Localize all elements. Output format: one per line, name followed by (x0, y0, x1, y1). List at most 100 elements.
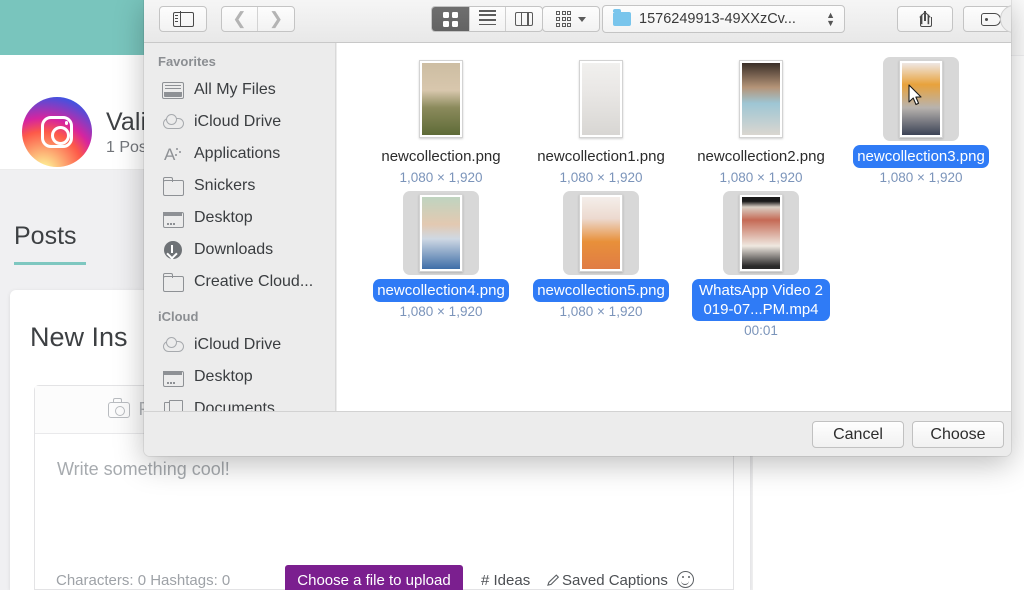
file-name: newcollection2.png (697, 148, 825, 165)
chevron-right-icon[interactable]: ❯ (258, 7, 294, 31)
navigation-buttons: ❮ ❯ (221, 6, 295, 32)
file-thumbnail (723, 191, 799, 275)
character-counter: Characters: 0 Hashtags: 0 (56, 572, 231, 589)
sidebar-item-icloud-drive[interactable]: iCloud Drive (144, 106, 335, 138)
list-view-icon[interactable] (468, 7, 506, 31)
sidebar-item-label: Desktop (194, 209, 253, 226)
smiley-icon[interactable] (677, 571, 694, 588)
sidebar-toggle-icon[interactable] (159, 6, 207, 32)
sidebar-item-documents[interactable]: Documents (144, 393, 335, 411)
sidebar-item-label: Creative Cloud... (194, 273, 314, 290)
camera-icon (108, 397, 131, 418)
folder-icon (162, 273, 184, 292)
file-item[interactable]: newcollection2.png 1,080 × 1,920 (681, 51, 841, 185)
file-item[interactable]: newcollection.png 1,080 × 1,920 (361, 51, 521, 185)
finder-toolbar: ❮ ❯ 1576249913-49XXzCv... ▲ ▼ (144, 0, 1011, 43)
sidebar-item-downloads[interactable]: Downloads (144, 234, 335, 266)
file-picker-dialog: ❮ ❯ 1576249913-49XXzCv... ▲ ▼ Favorites … (144, 0, 1011, 456)
desktop-icon (162, 368, 184, 387)
all-my-files-icon (162, 81, 184, 99)
sidebar-group-favorites-title: Favorites (158, 54, 216, 69)
sidebar-item-label: Desktop (194, 368, 253, 385)
profile-name: Vali (106, 108, 147, 136)
sidebar-item-label: Snickers (194, 177, 256, 194)
icloud-icon (162, 336, 184, 355)
cancel-button[interactable]: Cancel (812, 421, 904, 448)
chevron-left-icon[interactable]: ❮ (222, 7, 259, 31)
profile-post-count: 1 Pos (106, 139, 147, 156)
sidebar-item-applications[interactable]: Applications (144, 138, 335, 170)
dialog-footer: Cancel Choose (144, 411, 1011, 456)
file-name: newcollection1.png (537, 148, 665, 165)
sidebar-item-label: Downloads (194, 241, 274, 258)
share-icon[interactable] (897, 6, 953, 32)
sidebar-item-all-my-files[interactable]: All My Files (144, 74, 335, 106)
file-thumbnail (563, 57, 639, 141)
applications-icon (162, 145, 184, 165)
icon-view-icon[interactable] (432, 7, 469, 31)
file-thumbnail (723, 57, 799, 141)
file-meta: 1,080 × 1,920 (559, 170, 643, 185)
sidebar-item-label: Applications (194, 145, 281, 162)
chevron-down-icon (578, 16, 587, 22)
file-item[interactable]: newcollection5.png 1,080 × 1,920 (521, 185, 681, 338)
file-item[interactable]: newcollection1.png 1,080 × 1,920 (521, 51, 681, 185)
current-folder-name: 1576249913-49XXzCv... (639, 11, 796, 27)
file-grid: newcollection.png 1,080 × 1,920 newcollect… (337, 43, 1011, 338)
sidebar-item-label: Documents (194, 400, 275, 411)
file-meta: 1,080 × 1,920 (559, 304, 643, 319)
file-thumbnail (563, 191, 639, 275)
sidebar-item-icloud-drive-2[interactable]: iCloud Drive (144, 329, 335, 361)
choose-button[interactable]: Choose (912, 421, 1004, 448)
composer-title: New Ins (30, 322, 128, 352)
file-browser-area[interactable]: newcollection.png 1,080 × 1,920 newcollect… (337, 43, 1011, 411)
sidebar-item-desktop[interactable]: Desktop (144, 202, 335, 234)
path-popup-button[interactable]: 1576249913-49XXzCv... ▲ ▼ (602, 5, 845, 33)
sidebar-item-creative-cloud[interactable]: Creative Cloud... (144, 266, 335, 298)
file-item[interactable]: newcollection4.png 1,080 × 1,920 (361, 185, 521, 338)
file-thumbnail (403, 191, 479, 275)
composer-placeholder: Write something cool! (57, 459, 230, 479)
documents-icon (162, 399, 184, 411)
tab-posts[interactable]: Posts (14, 222, 77, 251)
folder-icon (613, 9, 631, 26)
file-item[interactable]: WhatsApp Video 2019-07...PM.mp4 00:01 (681, 185, 841, 338)
ideas-label: Ideas (493, 572, 531, 589)
sidebar-item-desktop-2[interactable]: Desktop (144, 361, 335, 393)
sidebar-group-icloud-title: iCloud (158, 309, 199, 324)
file-thumbnail (883, 57, 959, 141)
saved-captions-link[interactable]: Saved Captions (545, 572, 668, 589)
column-view-icon[interactable] (505, 7, 542, 31)
file-name: newcollection5.png (535, 281, 667, 300)
folder-icon (162, 177, 184, 196)
file-thumbnail (403, 57, 479, 141)
instagram-logo-icon (22, 97, 92, 167)
sidebar-item-label: All My Files (194, 81, 276, 98)
ideas-link[interactable]: # Ideas (481, 572, 530, 589)
file-meta: 1,080 × 1,920 (399, 170, 483, 185)
tab-active-indicator (14, 262, 86, 265)
view-mode-segmented-control (431, 6, 543, 32)
sidebar-item-snickers[interactable]: Snickers (144, 170, 335, 202)
choose-file-to-upload-button[interactable]: Choose a file to upload (285, 565, 463, 590)
arrange-by-icon[interactable] (542, 6, 600, 32)
sidebar-item-label: iCloud Drive (194, 113, 282, 130)
hash-icon: # (481, 572, 490, 589)
file-name: newcollection4.png (375, 281, 507, 300)
file-name: newcollection.png (381, 148, 501, 165)
file-meta: 1,080 × 1,920 (719, 170, 803, 185)
saved-captions-label: Saved Captions (562, 572, 668, 589)
file-item[interactable]: newcollection3.png 1,080 × 1,920 (841, 51, 1001, 185)
finder-sidebar[interactable]: Favorites All My Files iCloud Drive Appl… (144, 43, 336, 411)
sidebar-item-label: iCloud Drive (194, 336, 282, 353)
file-name: newcollection3.png (855, 147, 987, 166)
file-meta: 00:01 (744, 323, 778, 338)
file-name: WhatsApp Video 2019-07...PM.mp4 (694, 281, 828, 319)
icloud-icon (162, 113, 184, 132)
screen: Vali 1 Pos Posts New Ins Pho Write somet… (0, 0, 1024, 590)
file-meta: 1,080 × 1,920 (879, 170, 963, 185)
file-meta: 1,080 × 1,920 (399, 304, 483, 319)
stepper-updown-icon[interactable]: ▲ ▼ (826, 11, 835, 28)
downloads-icon (162, 241, 184, 260)
desktop-icon (162, 209, 184, 228)
